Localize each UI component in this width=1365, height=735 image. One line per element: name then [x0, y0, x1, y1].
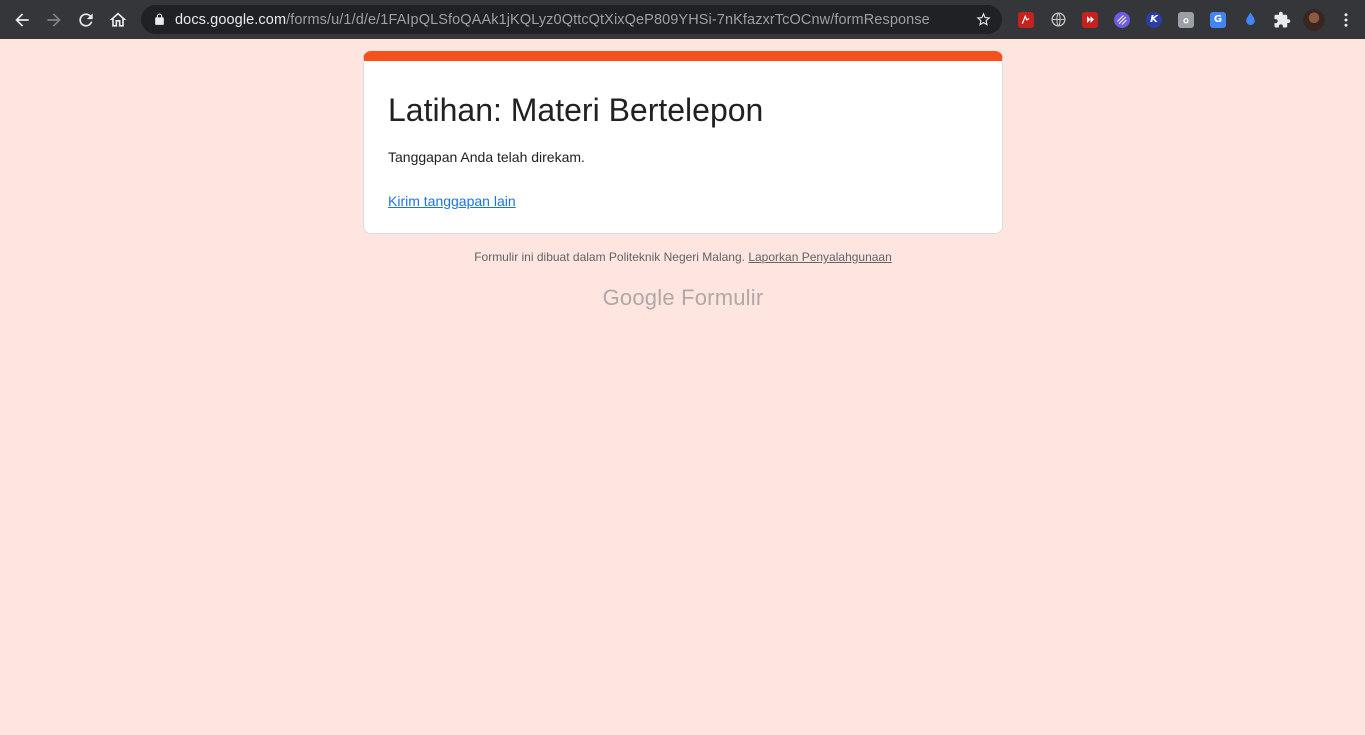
confirmation-card: Latihan: Materi Bertelepon Tanggapan And… — [363, 51, 1003, 234]
drop-icon — [1245, 12, 1255, 26]
globe-icon — [1050, 12, 1066, 27]
k-extension-button[interactable]: K — [1138, 4, 1170, 36]
camera-icon — [1178, 11, 1194, 28]
url-path: /forms/u/1/d/e/1FAIpQLSfoQAAk1jKQLyz0Qtt… — [286, 11, 930, 28]
confirmation-message: Tanggapan Anda telah direkam. — [388, 149, 585, 166]
report-abuse-link[interactable]: Laporkan Penyalahgunaan — [748, 250, 891, 264]
avatar — [1303, 8, 1325, 31]
footer-note: Formulir ini dibuat dalam Politeknik Neg… — [363, 250, 1003, 264]
globe-extension-button[interactable] — [1042, 4, 1074, 36]
translate-extension-button[interactable]: G — [1202, 4, 1234, 36]
reload-button[interactable] — [70, 4, 102, 36]
pdf-extension-icon — [1018, 11, 1034, 28]
browser-toolbar: docs.google.com/forms/u/1/d/e/1FAIpQLSfo… — [0, 0, 1365, 39]
form-title: Latihan: Materi Bertelepon — [388, 92, 764, 128]
url-domain: docs.google.com — [175, 11, 287, 28]
forward-button[interactable] — [38, 4, 70, 36]
home-button[interactable] — [102, 4, 134, 36]
reload-icon — [79, 12, 93, 27]
brand-product: Formulir — [681, 285, 764, 310]
address-bar[interactable]: docs.google.com/forms/u/1/d/e/1FAIpQLSfo… — [141, 5, 1002, 34]
brand-google: Google — [602, 285, 675, 310]
drop-extension-button[interactable] — [1234, 4, 1266, 36]
footer-note-text: Formulir ini dibuat dalam Politeknik Neg… — [474, 250, 745, 264]
more-vert-icon — [1344, 12, 1348, 27]
google-forms-logo[interactable]: Google Formulir — [363, 285, 1003, 311]
puzzle-icon — [1274, 11, 1291, 27]
confirmation-card-wrapper: Latihan: Materi Bertelepon Tanggapan And… — [363, 51, 1003, 234]
profile-button[interactable] — [1298, 4, 1330, 36]
pdf-extension-button[interactable] — [1010, 4, 1042, 36]
translate-extension-icon: G — [1210, 11, 1226, 28]
video-extension-icon — [1082, 11, 1098, 28]
pattern-extension-button[interactable] — [1106, 4, 1138, 36]
extensions-menu-button[interactable] — [1266, 4, 1298, 36]
arrow-left-icon — [15, 12, 29, 27]
bookmark-star-icon[interactable] — [975, 11, 992, 28]
browser-menu-button[interactable] — [1330, 4, 1362, 36]
video-extension-button[interactable] — [1074, 4, 1106, 36]
lock-icon — [153, 13, 167, 27]
extensions-area: K G — [1010, 0, 1362, 39]
camera-extension-button[interactable] — [1170, 4, 1202, 36]
home-icon — [109, 12, 127, 27]
url-text: docs.google.com/forms/u/1/d/e/1FAIpQLSfo… — [175, 12, 930, 28]
arrow-right-icon — [47, 12, 61, 27]
back-button[interactable] — [6, 4, 38, 36]
pattern-extension-icon — [1114, 11, 1130, 28]
k-extension-icon: K — [1146, 11, 1162, 28]
submit-another-response-link[interactable]: Kirim tanggapan lain — [388, 191, 516, 211]
